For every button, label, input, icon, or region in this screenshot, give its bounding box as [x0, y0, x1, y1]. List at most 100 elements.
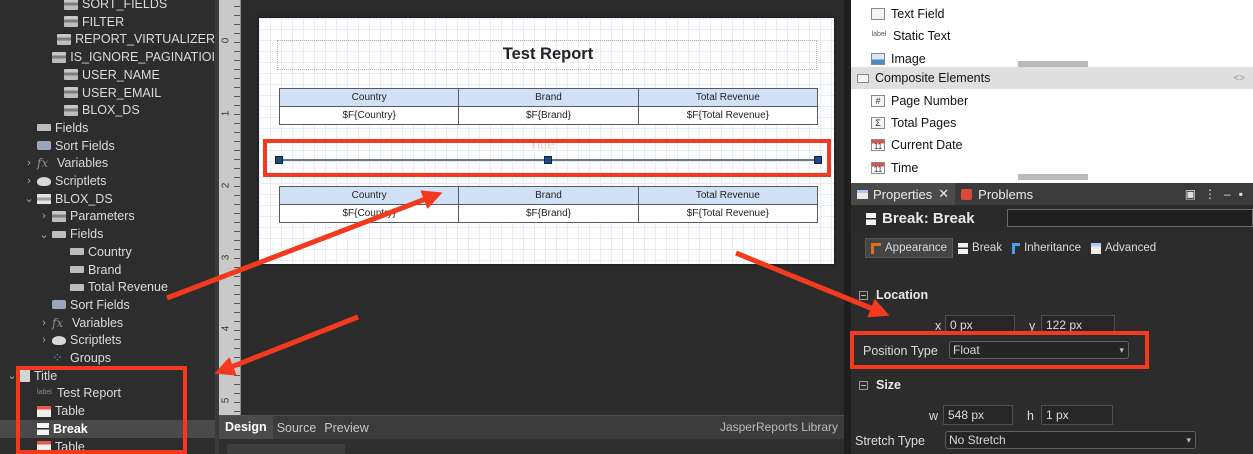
report-table-2[interactable]: Country Brand Total Revenue $F{Country} … — [278, 186, 819, 223]
palette-item-label: Time — [891, 161, 919, 175]
properties-tab-bar: Properties ✕ Problems ▣ ⋮ – ▪ — [851, 183, 1253, 205]
static-text-icon: label — [871, 31, 887, 38]
table-cell-total-revenue[interactable]: $F{Total Revenue} — [637, 106, 819, 125]
chevron-down-icon[interactable]: ⌄ — [38, 228, 50, 241]
panel-divider[interactable] — [844, 0, 851, 454]
tree-item[interactable]: FILTER — [0, 13, 215, 31]
close-icon[interactable]: ✕ — [938, 186, 949, 202]
tab-source[interactable]: Source — [273, 421, 321, 435]
tree-item[interactable]: label Test Report — [0, 384, 215, 402]
tree-item[interactable]: USER_EMAIL — [0, 84, 215, 102]
title-static-text-box[interactable]: Test Report — [277, 40, 817, 70]
tree-item[interactable]: ⌄ Fields — [0, 225, 215, 243]
tab-properties[interactable]: Properties ✕ — [851, 183, 956, 205]
resize-handle-center[interactable] — [544, 156, 552, 164]
table-header-country[interactable]: Country — [278, 88, 460, 107]
chevron-right-icon[interactable]: › — [23, 157, 35, 169]
table-header-country[interactable]: Country — [278, 186, 460, 205]
more-options-icon[interactable]: ⋮ — [1204, 187, 1216, 201]
tree-item[interactable]: › Scriptlets — [0, 331, 215, 349]
subtab-appearance[interactable]: Appearance — [865, 238, 954, 258]
table-cell-country[interactable]: $F{Country} — [278, 106, 460, 125]
tree-item[interactable]: ⌄ BLOX_DS — [0, 190, 215, 208]
chevron-right-icon[interactable]: › — [38, 334, 50, 346]
w-field[interactable]: 548 px — [943, 405, 1013, 425]
ruler-tick — [234, 114, 240, 115]
report-designer-canvas[interactable]: Test Report Country Brand Total Revenue … — [241, 0, 844, 415]
tree-item[interactable]: Table — [0, 402, 215, 420]
tree-item[interactable]: Sort Fields — [0, 137, 215, 155]
palette-item-static-text[interactable]: label Static Text — [851, 25, 1253, 47]
collapse-icon[interactable] — [859, 290, 868, 300]
report-page[interactable]: Test Report Country Brand Total Revenue … — [259, 18, 834, 264]
tree-item[interactable]: USER_NAME — [0, 66, 215, 84]
report-table-1[interactable]: Country Brand Total Revenue $F{Country} … — [278, 88, 819, 125]
palette-group-composite[interactable]: Composite Elements <> — [851, 67, 1253, 89]
tree-item[interactable]: Sort Fields — [0, 296, 215, 314]
tab-problems[interactable]: Problems — [955, 183, 1039, 205]
report-title[interactable]: Test Report — [278, 45, 818, 64]
table-cell-brand[interactable]: $F{Brand} — [458, 106, 639, 125]
subtab-inheritance[interactable]: Inheritance — [1007, 239, 1086, 257]
table-cell-brand[interactable]: $F{Brand} — [458, 204, 639, 223]
tree-item[interactable]: IS_IGNORE_PAGINATIOI — [0, 48, 215, 66]
parameter-icon — [64, 104, 78, 116]
palette-item-current-date[interactable]: 11 Current Date — [851, 134, 1253, 156]
chevron-right-icon[interactable]: › — [38, 317, 50, 329]
table-header-brand[interactable]: Brand — [458, 88, 639, 107]
palette-scrollbar[interactable] — [1018, 61, 1088, 67]
chevron-down-icon[interactable]: ⌄ — [23, 192, 35, 205]
table-cell-country[interactable]: $F{Country} — [278, 204, 460, 223]
bottom-panel-tab[interactable] — [227, 444, 345, 454]
tree-item[interactable]: › Parameters — [0, 207, 215, 225]
section-location[interactable]: Location — [859, 288, 928, 302]
h-field[interactable]: 1 px — [1041, 405, 1113, 425]
stretch-type-select[interactable]: No Stretch ▾ — [945, 431, 1196, 449]
tree-item[interactable]: Country — [0, 243, 215, 261]
tree-item[interactable]: SORT_FIELDS — [0, 0, 215, 13]
tree-item[interactable]: Total Revenue — [0, 278, 215, 296]
tree-item[interactable]: REPORT_VIRTUALIZER — [0, 30, 215, 48]
tree-item[interactable]: Break — [0, 419, 215, 438]
collapse-icon[interactable]: <> — [1233, 73, 1245, 84]
palette-scrollbar[interactable] — [1018, 174, 1088, 180]
table-cell-total-revenue[interactable]: $F{Total Revenue} — [637, 204, 819, 223]
collapse-icon[interactable] — [859, 380, 868, 390]
tree-item[interactable]: Table — [0, 438, 215, 454]
resize-handle-left[interactable] — [275, 156, 283, 164]
tree-item[interactable]: BLOX_DS — [0, 101, 215, 119]
position-type-select[interactable]: Float ▾ — [949, 341, 1129, 359]
chevron-down-icon[interactable]: ⌄ — [6, 369, 18, 382]
palette-item-text-field[interactable]: Text Field — [851, 3, 1253, 25]
palette-item-total-pages[interactable]: Σ Total Pages — [851, 112, 1253, 134]
x-field[interactable]: 0 px — [945, 315, 1015, 335]
table-header-brand[interactable]: Brand — [458, 186, 639, 205]
tree-item[interactable]: › fx Variables — [0, 314, 215, 332]
table-header-total-revenue[interactable]: Total Revenue — [637, 88, 819, 107]
chevron-right-icon[interactable]: › — [23, 175, 35, 187]
table-header-total-revenue[interactable]: Total Revenue — [637, 186, 819, 205]
chevron-right-icon[interactable]: › — [38, 210, 50, 222]
tree-item[interactable]: Fields — [0, 119, 215, 137]
tree-item[interactable]: Brand — [0, 261, 215, 279]
y-field[interactable]: 122 px — [1041, 315, 1115, 335]
tab-preview[interactable]: Preview — [320, 421, 372, 435]
palette-item-page-number[interactable]: # Page Number — [851, 90, 1253, 112]
advanced-icon — [1090, 242, 1101, 254]
tree-item[interactable]: ⁘ Groups — [0, 349, 215, 367]
tree-item[interactable]: › fx Variables — [0, 154, 215, 172]
tree-item[interactable]: ⌄ Title — [0, 367, 215, 385]
ruler-tick — [234, 339, 240, 340]
tab-design[interactable]: Design — [219, 416, 273, 439]
subtab-advanced[interactable]: Advanced — [1086, 239, 1161, 257]
maximize-icon[interactable]: ▪ — [1239, 187, 1243, 201]
minimize-icon[interactable]: – — [1224, 187, 1231, 201]
section-size[interactable]: Size — [859, 378, 901, 392]
new-view-icon[interactable]: ▣ — [1185, 187, 1196, 201]
tree-item[interactable]: › Scriptlets — [0, 172, 215, 190]
palette-item-label: Page Number — [891, 94, 969, 108]
break-element[interactable] — [275, 156, 822, 164]
resize-handle-right[interactable] — [814, 156, 822, 164]
properties-header-field[interactable] — [1007, 209, 1253, 227]
subtab-break[interactable]: Break — [953, 239, 1007, 257]
